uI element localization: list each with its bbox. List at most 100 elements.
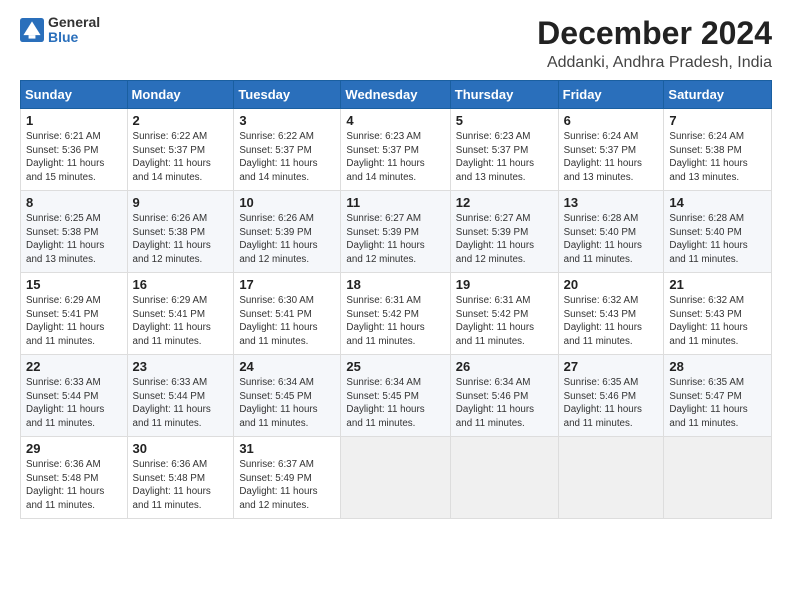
- day-detail: Sunrise: 6:36 AMSunset: 5:48 PMDaylight:…: [133, 458, 229, 513]
- calendar-cell: 26 Sunrise: 6:34 AMSunset: 5:46 PMDayligh…: [450, 355, 558, 437]
- day-number: 29: [26, 441, 122, 456]
- week-row-4: 22 Sunrise: 6:33 AMSunset: 5:44 PMDayligh…: [21, 355, 772, 437]
- day-number: 25: [346, 359, 444, 374]
- day-number: 18: [346, 277, 444, 292]
- day-number: 5: [456, 113, 553, 128]
- calendar-cell: 8Sunrise: 6:25 AMSunset: 5:38 PMDaylight…: [21, 191, 128, 273]
- day-number: 9: [133, 195, 229, 210]
- calendar-cell: 1 Sunrise: 6:21 AMSunset: 5:36 PMDaylight…: [21, 109, 128, 191]
- weekday-header-wednesday: Wednesday: [341, 81, 450, 109]
- calendar-cell: 24 Sunrise: 6:34 AMSunset: 5:45 PMDayligh…: [234, 355, 341, 437]
- logo: General Blue: [20, 15, 100, 46]
- day-number: 27: [564, 359, 659, 374]
- calendar-cell: 12 Sunrise: 6:27 AMSunset: 5:39 PMDayligh…: [450, 191, 558, 273]
- calendar-cell: 11Sunrise: 6:27 AMSunset: 5:39 PMDayligh…: [341, 191, 450, 273]
- day-number: 31: [239, 441, 335, 456]
- day-number: 11: [346, 195, 444, 210]
- day-detail: Sunrise: 6:31 AMSunset: 5:42 PMDaylight:…: [346, 294, 444, 349]
- weekday-header-monday: Monday: [127, 81, 234, 109]
- calendar-cell: 15 Sunrise: 6:29 AMSunset: 5:41 PMDayligh…: [21, 273, 128, 355]
- day-detail: Sunrise: 6:24 AMSunset: 5:37 PMDaylight:…: [564, 130, 659, 185]
- day-number: 14: [669, 195, 766, 210]
- day-number: 16: [133, 277, 229, 292]
- calendar-cell: 6Sunrise: 6:24 AMSunset: 5:37 PMDaylight…: [558, 109, 664, 191]
- day-detail: Sunrise: 6:33 AMSunset: 5:44 PMDaylight:…: [133, 376, 229, 431]
- calendar-cell: 22 Sunrise: 6:33 AMSunset: 5:44 PMDayligh…: [21, 355, 128, 437]
- day-detail: Sunrise: 6:21 AMSunset: 5:36 PMDaylight:…: [26, 130, 122, 185]
- day-number: 22: [26, 359, 122, 374]
- day-detail: Sunrise: 6:34 AMSunset: 5:46 PMDaylight:…: [456, 376, 553, 431]
- calendar: SundayMondayTuesdayWednesdayThursdayFrid…: [20, 80, 772, 519]
- main-title: December 2024: [537, 15, 772, 52]
- calendar-cell: [450, 437, 558, 519]
- calendar-cell: 17 Sunrise: 6:30 AMSunset: 5:41 PMDayligh…: [234, 273, 341, 355]
- day-number: 24: [239, 359, 335, 374]
- day-detail: Sunrise: 6:29 AMSunset: 5:41 PMDaylight:…: [26, 294, 122, 349]
- calendar-cell: [558, 437, 664, 519]
- day-detail: Sunrise: 6:37 AMSunset: 5:49 PMDaylight:…: [239, 458, 335, 513]
- day-detail: Sunrise: 6:33 AMSunset: 5:44 PMDaylight:…: [26, 376, 122, 431]
- day-detail: Sunrise: 6:35 AMSunset: 5:47 PMDaylight:…: [669, 376, 766, 431]
- day-number: 19: [456, 277, 553, 292]
- calendar-cell: 14 Sunrise: 6:28 AMSunset: 5:40 PMDayligh…: [664, 191, 772, 273]
- day-detail: Sunrise: 6:34 AMSunset: 5:45 PMDaylight:…: [346, 376, 444, 431]
- day-detail: Sunrise: 6:22 AMSunset: 5:37 PMDaylight:…: [133, 130, 229, 185]
- day-number: 7: [669, 113, 766, 128]
- day-detail: Sunrise: 6:35 AMSunset: 5:46 PMDaylight:…: [564, 376, 659, 431]
- day-detail: Sunrise: 6:32 AMSunset: 5:43 PMDaylight:…: [564, 294, 659, 349]
- calendar-cell: 21 Sunrise: 6:32 AMSunset: 5:43 PMDayligh…: [664, 273, 772, 355]
- day-number: 21: [669, 277, 766, 292]
- week-row-2: 8Sunrise: 6:25 AMSunset: 5:38 PMDaylight…: [21, 191, 772, 273]
- calendar-cell: 29 Sunrise: 6:36 AMSunset: 5:48 PMDayligh…: [21, 437, 128, 519]
- day-detail: Sunrise: 6:22 AMSunset: 5:37 PMDaylight:…: [239, 130, 335, 185]
- day-detail: Sunrise: 6:27 AMSunset: 5:39 PMDaylight:…: [456, 212, 553, 267]
- day-number: 30: [133, 441, 229, 456]
- day-detail: Sunrise: 6:30 AMSunset: 5:41 PMDaylight:…: [239, 294, 335, 349]
- calendar-cell: 25 Sunrise: 6:34 AMSunset: 5:45 PMDayligh…: [341, 355, 450, 437]
- day-detail: Sunrise: 6:36 AMSunset: 5:48 PMDaylight:…: [26, 458, 122, 513]
- calendar-cell: 28 Sunrise: 6:35 AMSunset: 5:47 PMDayligh…: [664, 355, 772, 437]
- day-number: 2: [133, 113, 229, 128]
- day-detail: Sunrise: 6:28 AMSunset: 5:40 PMDaylight:…: [669, 212, 766, 267]
- day-detail: Sunrise: 6:34 AMSunset: 5:45 PMDaylight:…: [239, 376, 335, 431]
- day-number: 23: [133, 359, 229, 374]
- day-number: 26: [456, 359, 553, 374]
- day-detail: Sunrise: 6:32 AMSunset: 5:43 PMDaylight:…: [669, 294, 766, 349]
- logo-line1: General: [48, 15, 100, 30]
- calendar-cell: [664, 437, 772, 519]
- day-number: 4: [346, 113, 444, 128]
- day-number: 12: [456, 195, 553, 210]
- calendar-cell: 16Sunrise: 6:29 AMSunset: 5:41 PMDayligh…: [127, 273, 234, 355]
- calendar-cell: 3Sunrise: 6:22 AMSunset: 5:37 PMDaylight…: [234, 109, 341, 191]
- calendar-cell: 18 Sunrise: 6:31 AMSunset: 5:42 PMDayligh…: [341, 273, 450, 355]
- calendar-cell: 27 Sunrise: 6:35 AMSunset: 5:46 PMDayligh…: [558, 355, 664, 437]
- day-number: 20: [564, 277, 659, 292]
- day-number: 28: [669, 359, 766, 374]
- weekday-header-friday: Friday: [558, 81, 664, 109]
- day-number: 1: [26, 113, 122, 128]
- day-number: 10: [239, 195, 335, 210]
- logo-icon: [20, 18, 44, 42]
- day-detail: Sunrise: 6:26 AMSunset: 5:38 PMDaylight:…: [133, 212, 229, 267]
- calendar-cell: 10 Sunrise: 6:26 AMSunset: 5:39 PMDayligh…: [234, 191, 341, 273]
- calendar-cell: [341, 437, 450, 519]
- weekday-header-tuesday: Tuesday: [234, 81, 341, 109]
- calendar-cell: 20 Sunrise: 6:32 AMSunset: 5:43 PMDayligh…: [558, 273, 664, 355]
- calendar-cell: 7 Sunrise: 6:24 AMSunset: 5:38 PMDaylight…: [664, 109, 772, 191]
- calendar-cell: 31 Sunrise: 6:37 AMSunset: 5:49 PMDayligh…: [234, 437, 341, 519]
- calendar-cell: 23 Sunrise: 6:33 AMSunset: 5:44 PMDayligh…: [127, 355, 234, 437]
- calendar-cell: 4Sunrise: 6:23 AMSunset: 5:37 PMDaylight…: [341, 109, 450, 191]
- header: General Blue December 2024 Addanki, Andh…: [20, 15, 772, 72]
- week-row-5: 29 Sunrise: 6:36 AMSunset: 5:48 PMDayligh…: [21, 437, 772, 519]
- calendar-cell: 9 Sunrise: 6:26 AMSunset: 5:38 PMDaylight…: [127, 191, 234, 273]
- weekday-header-thursday: Thursday: [450, 81, 558, 109]
- weekday-header-row: SundayMondayTuesdayWednesdayThursdayFrid…: [21, 81, 772, 109]
- day-number: 17: [239, 277, 335, 292]
- calendar-cell: 30 Sunrise: 6:36 AMSunset: 5:48 PMDayligh…: [127, 437, 234, 519]
- calendar-cell: 19Sunrise: 6:31 AMSunset: 5:42 PMDayligh…: [450, 273, 558, 355]
- day-detail: Sunrise: 6:23 AMSunset: 5:37 PMDaylight:…: [456, 130, 553, 185]
- day-detail: Sunrise: 6:26 AMSunset: 5:39 PMDaylight:…: [239, 212, 335, 267]
- day-number: 15: [26, 277, 122, 292]
- day-detail: Sunrise: 6:24 AMSunset: 5:38 PMDaylight:…: [669, 130, 766, 185]
- subtitle: Addanki, Andhra Pradesh, India: [537, 54, 772, 72]
